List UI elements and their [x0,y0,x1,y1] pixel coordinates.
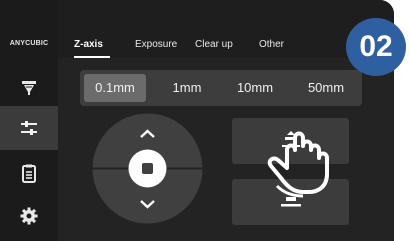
tap-hand-icon [267,131,329,198]
sidebar-item-files[interactable] [0,152,58,196]
tab-other[interactable]: Other [259,39,284,50]
sidebar-item-print[interactable] [0,66,58,110]
active-tab-indicator [74,56,110,58]
gear-icon [20,207,38,225]
stop-icon [142,163,153,174]
step-option-50mm[interactable]: 50mm [294,74,358,102]
tab-z-axis[interactable]: Z-axis [74,39,103,50]
tab-exposure[interactable]: Exposure [135,39,177,50]
sidebar-item-settings[interactable] [0,194,58,238]
step-option-0-1mm[interactable]: 0.1mm [84,74,146,102]
z-axis-dpad [92,113,203,224]
step-option-1mm[interactable]: 1mm [156,74,218,102]
tab-clear-up[interactable]: Clear up [195,39,233,50]
step-option-10mm[interactable]: 10mm [224,74,286,102]
printer-screen: ANYCUBIC Z-axis Exposure Clear up Other … [0,0,394,241]
sidebar: ANYCUBIC [0,0,58,241]
sliders-icon [21,121,37,135]
document-icon [22,164,36,183]
step-number-badge: 02 [346,18,406,76]
step-selector: 0.1mm 1mm 10mm 50mm [80,70,362,106]
brand-logo: ANYCUBIC [9,40,49,47]
print-nozzle-icon [22,81,36,95]
sidebar-item-tools[interactable] [0,106,58,150]
tab-bar: Z-axis Exposure Clear up Other [58,0,394,58]
